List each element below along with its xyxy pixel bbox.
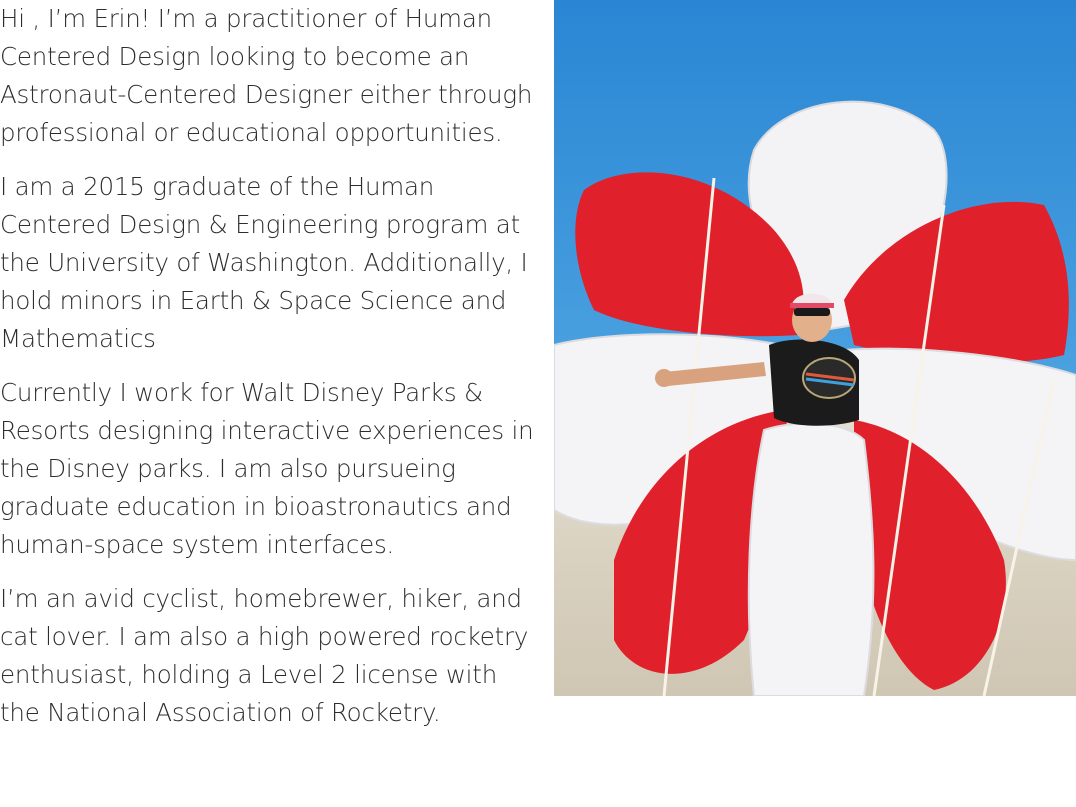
bio-text: Hi , I’m Erin! I’m a practitioner of Hum… bbox=[0, 0, 540, 748]
bio-paragraph-hobbies: I’m an avid cyclist, homebrewer, hiker, … bbox=[0, 584, 529, 727]
profile-photo bbox=[554, 0, 1076, 696]
bio-paragraph-education: I am a 2015 graduate of the Human Center… bbox=[0, 172, 528, 353]
bio-paragraph-intro: Hi , I’m Erin! I’m a practitioner of Hum… bbox=[0, 4, 533, 147]
bio-paragraph-work: Currently I work for Walt Disney Parks &… bbox=[0, 378, 534, 559]
parachute-photo bbox=[554, 0, 1076, 696]
